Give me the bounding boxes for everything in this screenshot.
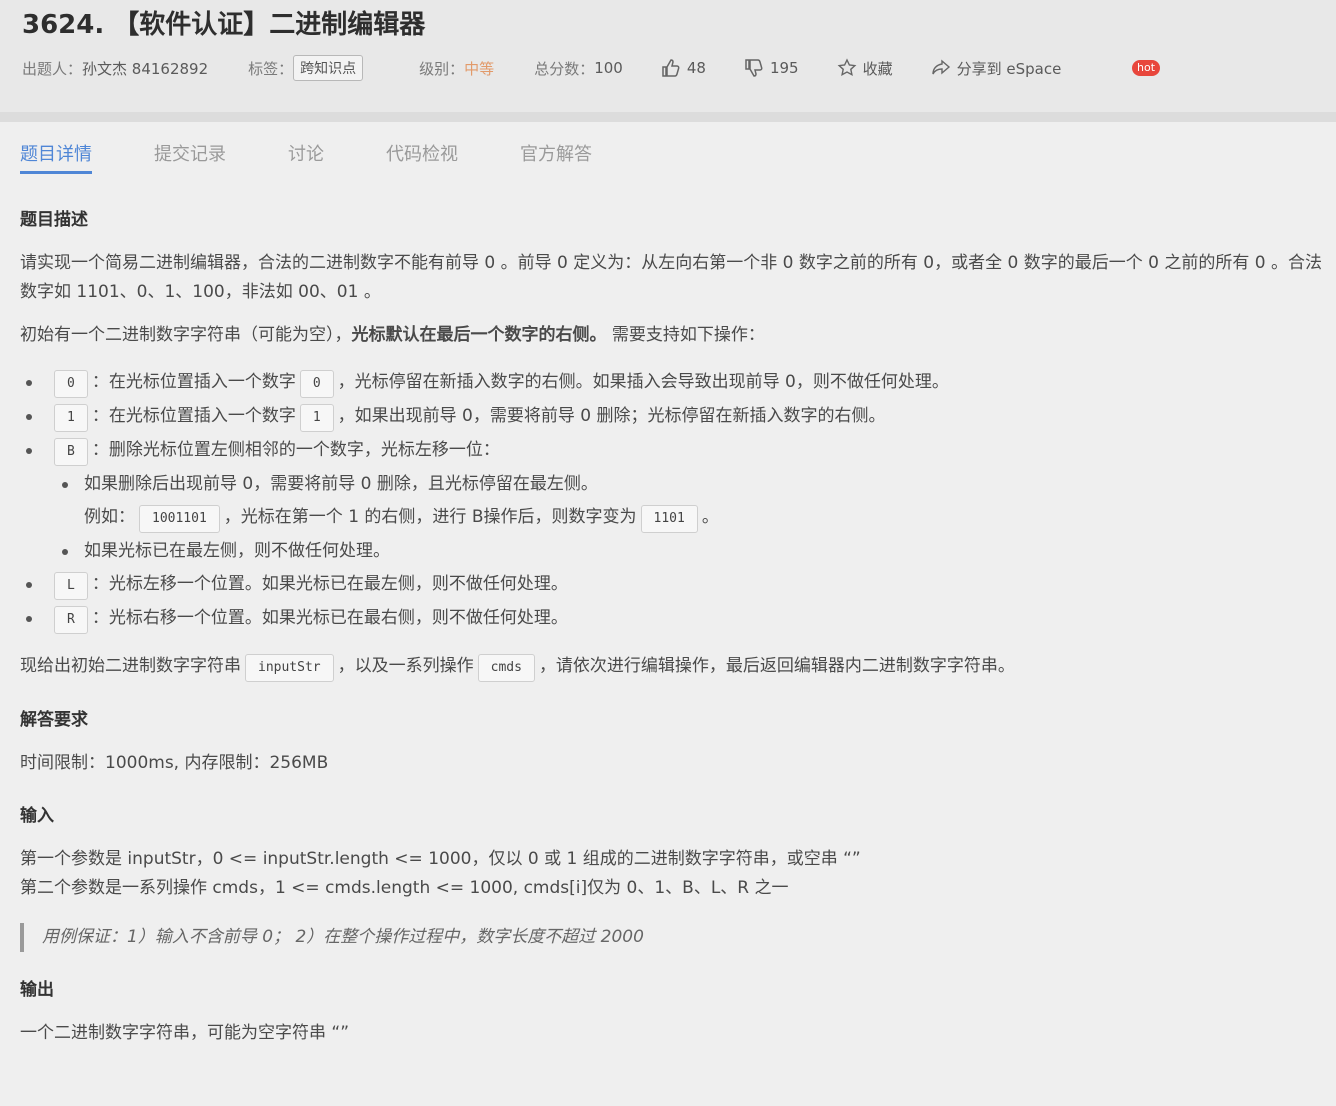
- dislike-button[interactable]: 195: [744, 58, 799, 78]
- example-text-a: 例如：: [84, 507, 135, 527]
- op-l-code: L: [54, 572, 88, 600]
- problem-content: 题目描述 请实现一个简易二进制编辑器，合法的二进制数字不能有前导 0 。前导 0…: [20, 206, 1330, 1048]
- op-l-item: L ：光标左移一个位置。如果光标已在最左侧，则不做任何处理。: [20, 570, 1330, 600]
- requirements-text: 时间限制：1000ms, 内存限制：256MB: [20, 753, 329, 773]
- op-b-example: 例如： 1001101 ，光标在第一个 1 的右侧，进行 B操作后，则数字变为 110…: [20, 503, 1330, 533]
- op-0-code: 0: [54, 370, 88, 398]
- score-label: 总分数：: [534, 59, 595, 78]
- tag-chip[interactable]: 跨知识点: [293, 55, 364, 81]
- star-icon: [837, 58, 856, 77]
- final-text-a: 现给出初始二进制数字字符串: [20, 656, 241, 676]
- level-label: 级别：: [419, 59, 465, 78]
- p2-text-b: 需要支持如下操作：: [606, 325, 765, 345]
- op-1-code: 1: [54, 404, 88, 432]
- op-l-text: ：光标左移一个位置。如果光标已在最左侧，则不做任何处理。: [91, 574, 568, 594]
- description-final: 现给出初始二进制数字字符串 inputStr ，以及一系列操作 cmds ，请依次进行编…: [20, 652, 1330, 682]
- op-b-sub-1: 如果删除后出现前导 0，需要将前导 0 删除，且光标停留在最左侧。: [20, 470, 1330, 499]
- final-code-1: inputStr: [245, 654, 334, 682]
- example-text-c: 。: [701, 507, 719, 527]
- problem-tabs: 题目详情 提交记录 讨论 代码检视 官方解答: [20, 140, 654, 174]
- op-r-code: R: [54, 606, 88, 634]
- p2-bold: 光标默认在最后一个数字的右侧。: [351, 325, 607, 345]
- output-heading: 输出: [20, 980, 54, 1000]
- example-text-b: ，光标在第一个 1 的右侧，进行 B操作后，则数字变为: [223, 507, 637, 527]
- final-text-c: ，请依次进行编辑操作，最后返回编辑器内二进制数字字符串。: [538, 656, 1015, 676]
- hot-badge: hot: [1132, 60, 1161, 76]
- requirements-heading: 解答要求: [20, 710, 88, 730]
- final-text-b: ，以及一系列操作: [337, 656, 474, 676]
- op-0-text-a: ：在光标位置插入一个数字: [91, 372, 296, 392]
- level-value: 中等: [464, 59, 495, 78]
- share-label: 分享到 eSpace: [956, 59, 1062, 78]
- tag-label: 标签：: [248, 59, 294, 78]
- input-line-1: 第一个参数是 inputStr，0 <= inputStr.length <= …: [20, 849, 861, 869]
- example-code-1: 1001101: [139, 505, 220, 533]
- example-code-2: 1101: [640, 505, 698, 533]
- op-0-item: 0 ：在光标位置插入一个数字 0 ，光标停留在新插入数字的右侧。如果插入会导致出现前导…: [20, 368, 1330, 398]
- p2-text-a: 初始有一个二进制数字字符串（可能为空），: [20, 325, 352, 345]
- problem-title: 3624. 【软件认证】二进制编辑器: [22, 10, 426, 40]
- favorite-label: 收藏: [862, 59, 893, 78]
- favorite-button[interactable]: 收藏: [837, 58, 893, 79]
- description-paragraph-1: 请实现一个简易二进制编辑器，合法的二进制数字不能有前导 0 。前导 0 定义为：…: [20, 253, 1322, 302]
- op-b-item: B ：删除光标位置左侧相邻的一个数字，光标左移一位：: [20, 436, 1330, 466]
- share-icon: [931, 59, 950, 75]
- tab-submissions[interactable]: 提交记录: [154, 140, 226, 174]
- final-code-2: cmds: [477, 654, 535, 682]
- op-r-item: R ：光标右移一个位置。如果光标已在最右侧，则不做任何处理。: [20, 604, 1330, 634]
- thumbs-up-icon: [662, 59, 680, 77]
- problem-meta: 出题人： 孙文杰 84162892 标签： 跨知识点 级别： 中等 总分数： 1…: [22, 54, 1061, 82]
- output-text: 一个二进制数字字符串，可能为空字符串 “”: [20, 1023, 350, 1043]
- tab-discussion[interactable]: 讨论: [288, 140, 324, 174]
- tab-official-solution[interactable]: 官方解答: [520, 140, 592, 174]
- op-b-code: B: [54, 438, 88, 466]
- score-value: 100: [594, 59, 623, 77]
- op-1-text-a: ：在光标位置插入一个数字: [91, 406, 296, 426]
- author-name: 孙文杰 84162892: [82, 59, 209, 78]
- tab-code-review[interactable]: 代码检视: [386, 140, 458, 174]
- op-0-code-2: 0: [299, 370, 334, 398]
- op-0-text-b: ，光标停留在新插入数字的右侧。如果插入会导致出现前导 0，则不做任何处理。: [337, 372, 949, 392]
- input-line-2: 第二个参数是一系列操作 cmds，1 <= cmds.length <= 100…: [20, 878, 789, 898]
- dislike-count: 195: [769, 59, 799, 77]
- problem-header: 3624. 【软件认证】二进制编辑器 出题人： 孙文杰 84162892 标签：…: [0, 0, 1336, 122]
- op-1-code-2: 1: [299, 404, 334, 432]
- input-note: 用例保证：1）输入不含前导 0； 2）在整个操作过程中，数字长度不超过 2000: [20, 923, 1330, 952]
- op-r-text: ：光标右移一个位置。如果光标已在最右侧，则不做任何处理。: [91, 608, 568, 628]
- share-button[interactable]: 分享到 eSpace: [931, 58, 1062, 79]
- tab-details[interactable]: 题目详情: [20, 140, 92, 174]
- op-b-sub-2: 如果光标已在最左侧，则不做任何处理。: [20, 537, 1330, 566]
- like-count: 48: [686, 59, 706, 77]
- op-b-text: ：删除光标位置左侧相邻的一个数字，光标左移一位：: [91, 440, 500, 460]
- author-label: 出题人：: [22, 59, 83, 78]
- description-heading: 题目描述: [20, 210, 88, 230]
- like-button[interactable]: 48: [661, 58, 706, 78]
- thumbs-down-icon: [745, 59, 763, 77]
- op-1-item: 1 ：在光标位置插入一个数字 1 ，如果出现前导 0，需要将前导 0 删除；光标停留在…: [20, 402, 1330, 432]
- op-1-text-b: ，如果出现前导 0，需要将前导 0 删除；光标停留在新插入数字的右侧。: [337, 406, 886, 426]
- input-heading: 输入: [20, 806, 54, 826]
- description-paragraph-2: 初始有一个二进制数字字符串（可能为空），光标默认在最后一个数字的右侧。 需要支持…: [20, 321, 1330, 350]
